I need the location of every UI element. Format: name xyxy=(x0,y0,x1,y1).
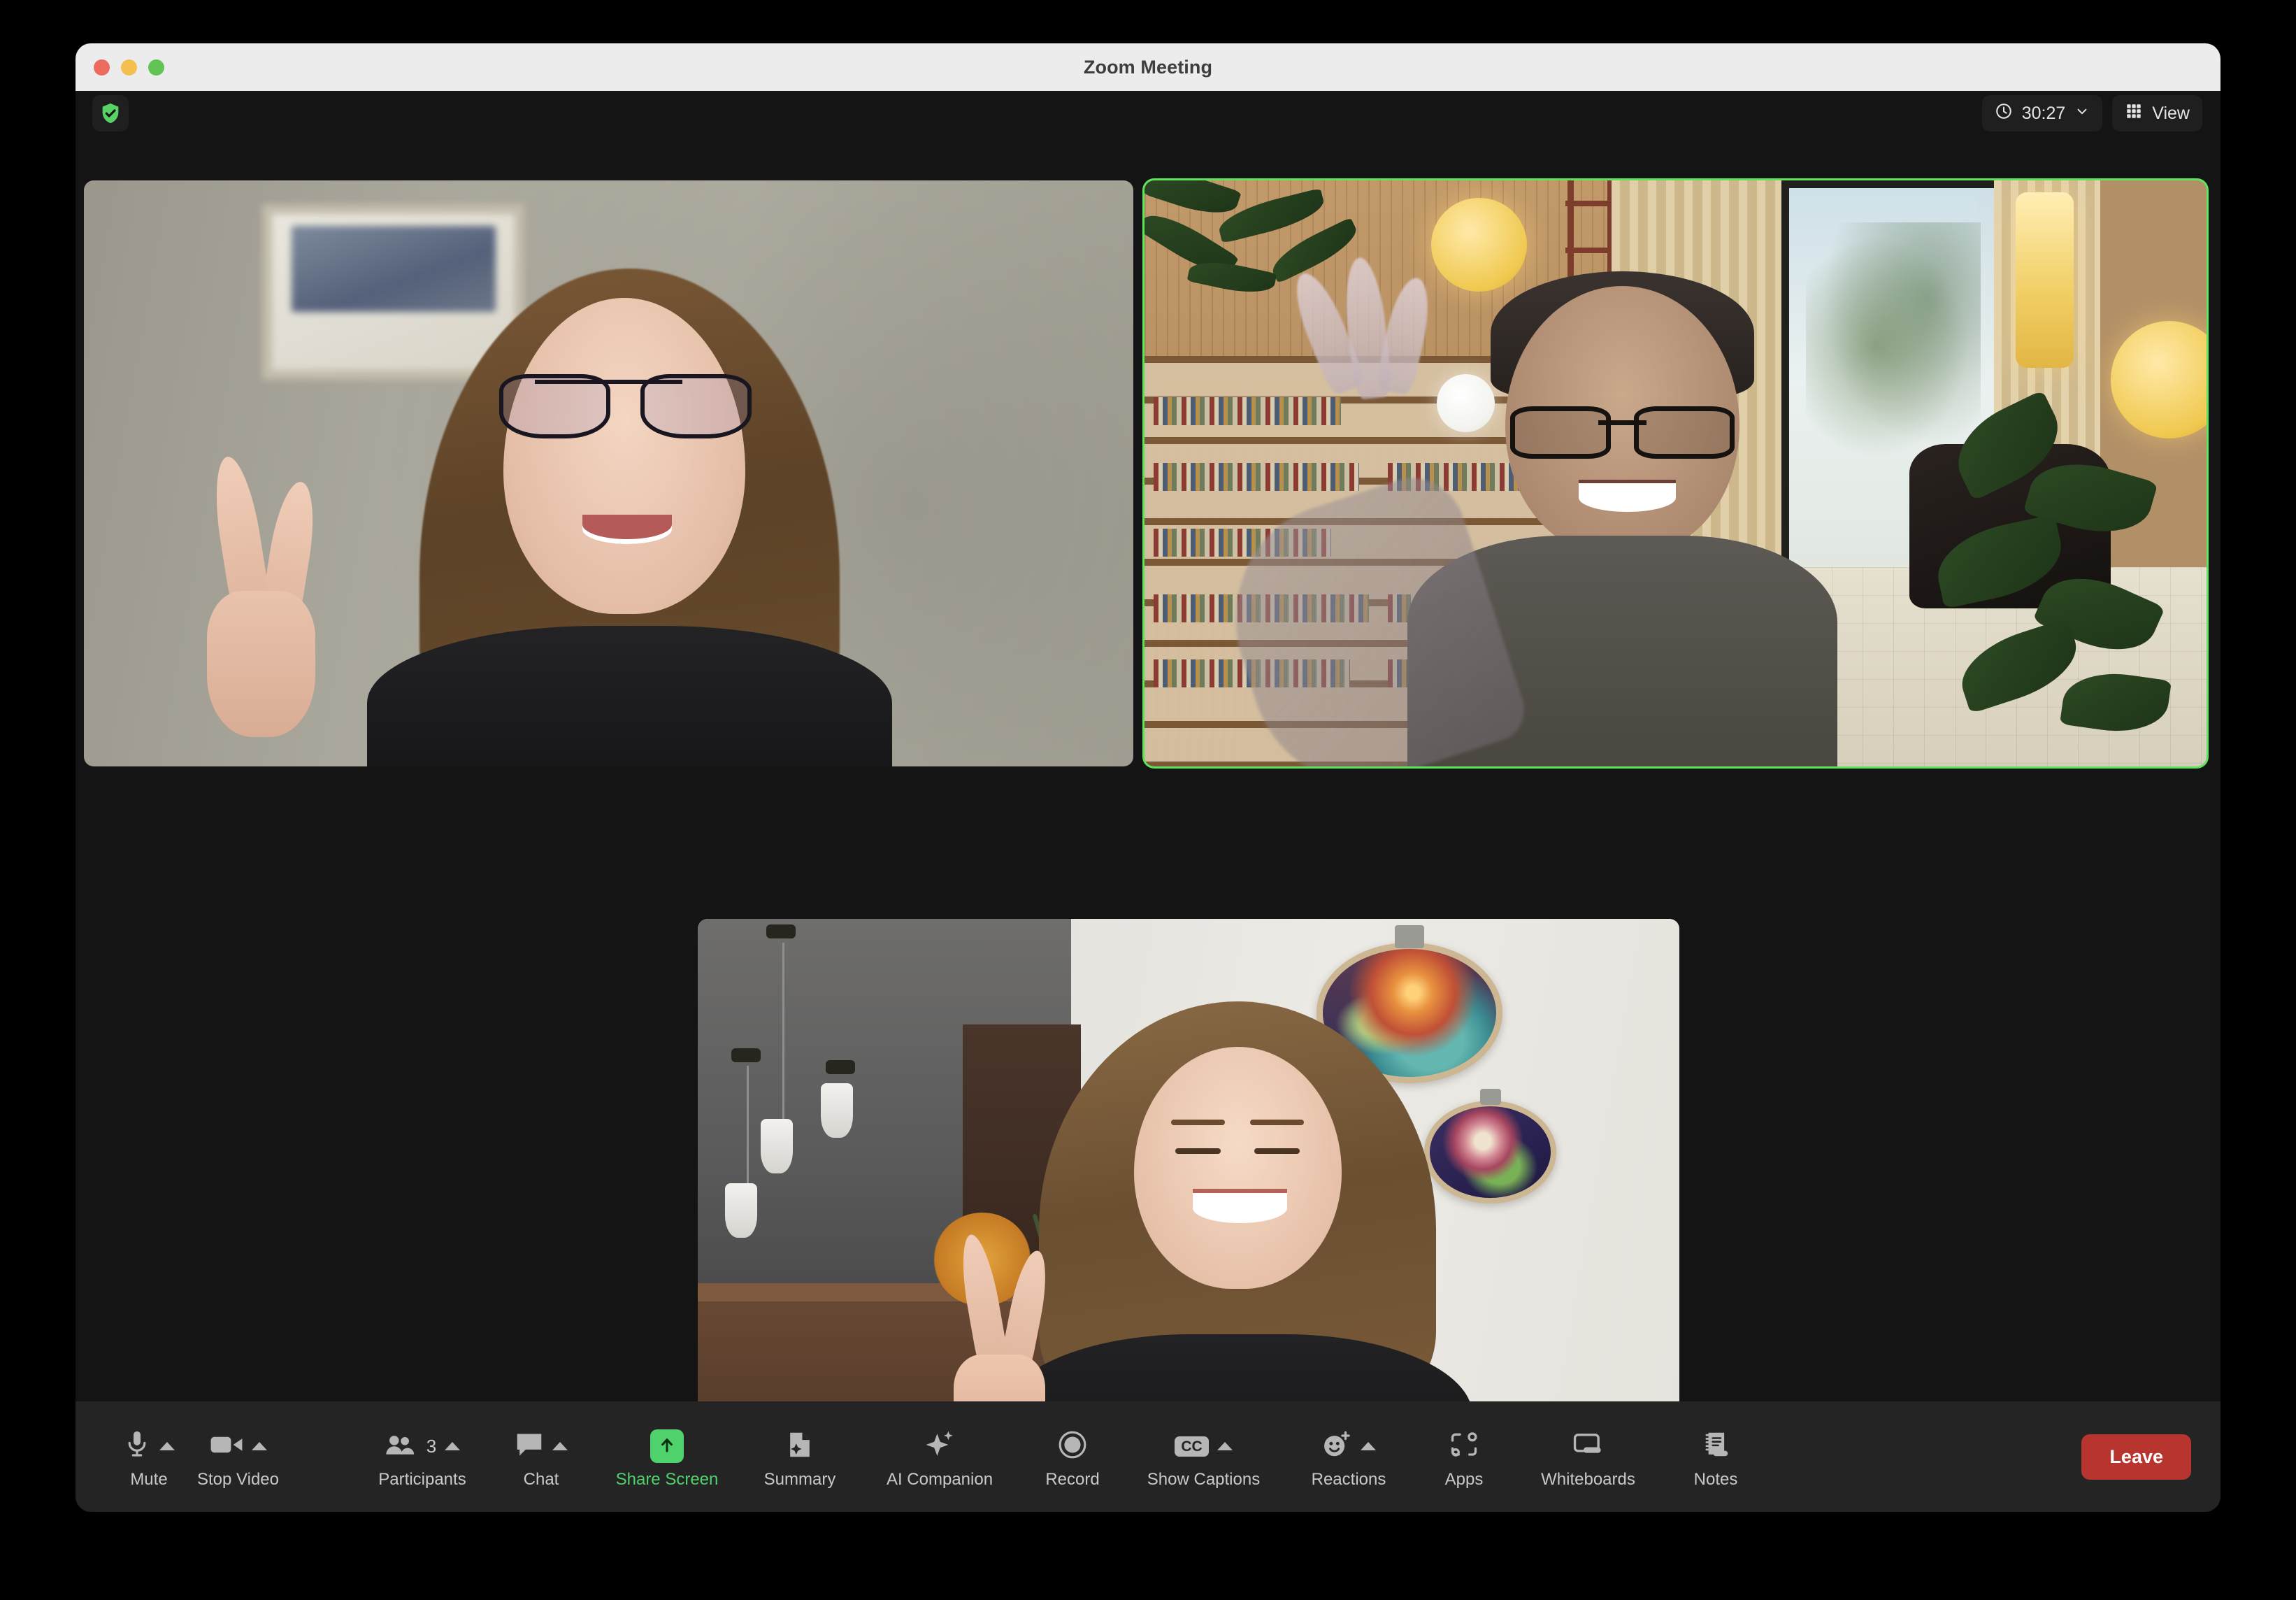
microphone-icon xyxy=(123,1429,151,1464)
whiteboards-button-label: Whiteboards xyxy=(1541,1471,1635,1488)
summary-button[interactable]: Summary xyxy=(740,1421,859,1492)
close-window-button[interactable] xyxy=(94,59,110,76)
stop-video-button[interactable]: Stop Video xyxy=(190,1421,286,1492)
document-sparkle-icon xyxy=(787,1430,813,1463)
apps-button-label: Apps xyxy=(1445,1471,1484,1488)
chat-button-label: Chat xyxy=(524,1471,559,1488)
notes-icon xyxy=(1702,1430,1729,1463)
share-screen-button-label: Share Screen xyxy=(616,1471,719,1488)
chat-bubble-icon xyxy=(515,1431,544,1462)
video-tile-participant-2[interactable] xyxy=(1145,180,2207,766)
record-circle-icon xyxy=(1058,1430,1087,1463)
view-button[interactable]: View xyxy=(2112,95,2202,131)
participants-button[interactable]: 3 Participants xyxy=(356,1421,489,1492)
share-screen-button[interactable]: Share Screen xyxy=(594,1421,740,1492)
participants-options-caret[interactable] xyxy=(445,1442,460,1450)
maximize-window-button[interactable] xyxy=(148,59,164,76)
camera-icon xyxy=(210,1433,243,1460)
reactions-button[interactable]: Reactions xyxy=(1282,1421,1415,1492)
ai-companion-button[interactable]: AI Companion xyxy=(859,1421,1020,1492)
window-titlebar: Zoom Meeting xyxy=(76,43,2220,91)
toolbar-right-group: Leave xyxy=(2081,1434,2220,1480)
clock-icon xyxy=(1995,102,2013,125)
topbar-right-group: 30:27 xyxy=(1982,95,2202,131)
ai-companion-button-label: AI Companion xyxy=(887,1471,993,1488)
video-tile-participant-1[interactable] xyxy=(84,180,1133,766)
chat-options-caret[interactable] xyxy=(552,1442,568,1450)
show-captions-button-label: Show Captions xyxy=(1147,1471,1260,1488)
video-gallery xyxy=(76,137,2220,1401)
leave-button[interactable]: Leave xyxy=(2081,1434,2191,1480)
people-icon xyxy=(385,1433,417,1460)
apps-button[interactable]: Apps xyxy=(1415,1421,1513,1492)
participants-count: 3 xyxy=(426,1436,436,1457)
notes-button-label: Notes xyxy=(1694,1471,1738,1488)
meeting-timer-button[interactable]: 30:27 xyxy=(1982,95,2103,131)
mute-button-label: Mute xyxy=(130,1471,167,1488)
video-options-caret[interactable] xyxy=(252,1442,267,1450)
share-arrow-icon xyxy=(650,1429,684,1463)
meeting-timer-value: 30:27 xyxy=(2022,105,2066,122)
participants-button-label: Participants xyxy=(378,1471,466,1488)
chat-button[interactable]: Chat xyxy=(489,1421,594,1492)
chevron-down-icon xyxy=(2074,103,2090,124)
view-button-label: View xyxy=(2152,105,2190,122)
window-title: Zoom Meeting xyxy=(1084,57,1212,78)
mute-options-caret[interactable] xyxy=(159,1442,175,1450)
toolbar-left-group: Mute Stop Video xyxy=(76,1421,286,1492)
apps-icon xyxy=(1449,1431,1479,1462)
minimize-window-button[interactable] xyxy=(121,59,137,76)
reactions-options-caret[interactable] xyxy=(1361,1442,1376,1450)
stop-video-button-label: Stop Video xyxy=(197,1471,279,1488)
summary-button-label: Summary xyxy=(764,1471,836,1488)
show-captions-button[interactable]: CC Show Captions xyxy=(1125,1421,1282,1492)
video-feed-1 xyxy=(84,180,1133,766)
whiteboards-button[interactable]: Whiteboards xyxy=(1513,1421,1663,1492)
smiley-plus-icon xyxy=(1321,1430,1352,1463)
whiteboard-icon xyxy=(1572,1431,1605,1462)
reactions-button-label: Reactions xyxy=(1312,1471,1386,1488)
window-controls xyxy=(94,43,164,91)
sparkle-icon xyxy=(924,1429,956,1464)
zoom-meeting-window: Zoom Meeting 30:27 xyxy=(76,43,2220,1512)
shield-check-icon[interactable] xyxy=(92,95,129,131)
mute-button[interactable]: Mute xyxy=(108,1421,190,1492)
captions-options-caret[interactable] xyxy=(1217,1442,1233,1450)
grid-icon xyxy=(2125,102,2143,125)
record-button-label: Record xyxy=(1045,1471,1099,1488)
meeting-topbar: 30:27 xyxy=(76,91,2220,137)
notes-button[interactable]: Notes xyxy=(1663,1421,1768,1492)
toolbar-main-group: 3 Participants Chat xyxy=(286,1421,2081,1492)
meeting-toolbar: Mute Stop Video xyxy=(76,1401,2220,1512)
video-feed-2 xyxy=(1145,180,2207,766)
cc-icon: CC xyxy=(1175,1436,1208,1457)
record-button[interactable]: Record xyxy=(1020,1421,1125,1492)
